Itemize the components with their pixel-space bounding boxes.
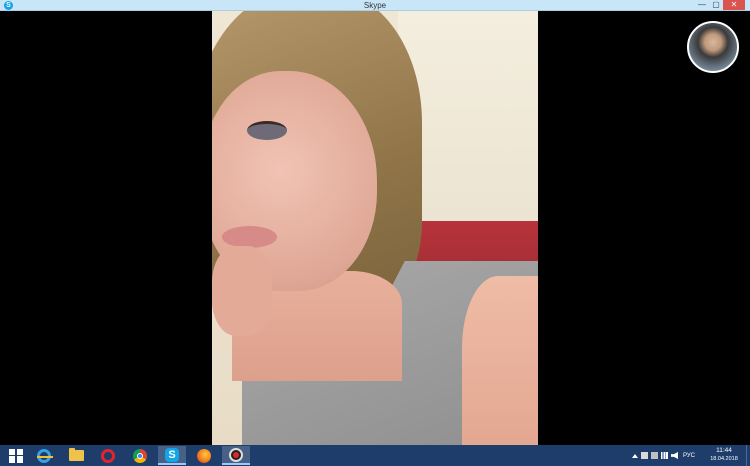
person-lips <box>222 226 277 248</box>
tray-app-icon[interactable] <box>651 452 658 459</box>
skype-icon: S <box>165 447 179 462</box>
windows-taskbar: S РУС 11:44 18.04.2018 <box>0 445 750 466</box>
volume-icon[interactable] <box>671 452 678 459</box>
show-hidden-icons-icon[interactable] <box>632 453 638 458</box>
taskbar-file-explorer[interactable] <box>62 446 90 465</box>
person-hand <box>212 246 272 336</box>
windows-start-icon <box>9 448 23 463</box>
action-center-icon[interactable] <box>641 452 648 459</box>
firefox-icon <box>197 448 211 463</box>
clock[interactable]: 11:44 18.04.2018 <box>706 447 742 463</box>
start-button[interactable] <box>2 446 30 465</box>
clock-date: 18.04.2018 <box>710 456 738 462</box>
window-titlebar[interactable]: S Skype — ▢ ✕ <box>0 0 750 11</box>
opera-icon <box>101 448 115 463</box>
maximize-button[interactable]: ▢ <box>710 0 722 10</box>
video-call-area[interactable] <box>0 11 750 445</box>
close-button[interactable]: ✕ <box>723 0 745 10</box>
person-shoulder <box>462 276 538 445</box>
person-eye <box>247 121 287 140</box>
internet-explorer-icon <box>37 448 53 463</box>
self-view-avatar[interactable] <box>687 21 739 73</box>
record-icon <box>229 447 243 462</box>
taskbar-internet-explorer[interactable] <box>30 446 58 465</box>
folder-icon <box>68 448 84 461</box>
minimize-button[interactable]: — <box>696 0 708 10</box>
taskbar-skype[interactable]: S <box>158 446 186 465</box>
remote-video-feed <box>212 11 538 445</box>
taskbar-firefox[interactable] <box>190 446 218 465</box>
window-title: Skype <box>363 1 387 10</box>
taskbar-opera[interactable] <box>94 446 122 465</box>
clock-time: 11:44 <box>716 447 732 454</box>
show-desktop-button[interactable] <box>746 445 750 466</box>
chrome-icon <box>133 448 147 463</box>
system-tray: РУС <box>632 445 695 466</box>
taskbar-chrome[interactable] <box>126 446 154 465</box>
network-icon[interactable] <box>661 452 668 459</box>
taskbar-recorder[interactable] <box>222 446 250 465</box>
language-indicator[interactable]: РУС <box>683 453 695 459</box>
